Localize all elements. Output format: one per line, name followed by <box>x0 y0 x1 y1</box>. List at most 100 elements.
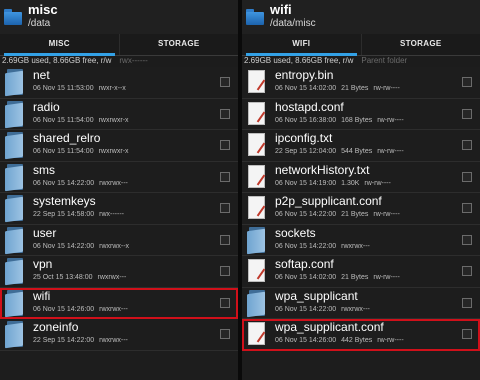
partial-row-text: Parent folder <box>361 56 408 65</box>
item-date: 06 Nov 15 14:26:00 <box>275 337 337 345</box>
item-name: radio <box>33 99 60 114</box>
item-date: 06 Nov 15 14:22:00 <box>275 305 337 313</box>
left-tabs: MISC STORAGE <box>0 34 238 56</box>
item-name: shared_relro <box>33 131 101 146</box>
item-perms: rw-rw---- <box>377 116 404 124</box>
item-meta: 06 Nov 15 14:02:00 21 Bytes rw-rw---- <box>275 82 405 95</box>
select-checkbox[interactable] <box>220 77 230 87</box>
list-item[interactable]: wifi 06 Nov 15 14:26:00 rwxrwx--- <box>0 287 238 319</box>
list-item[interactable]: entropy.bin 06 Nov 15 14:02:00 21 Bytes rw-… <box>242 67 480 99</box>
list-item[interactable]: wpa_supplicant.conf 06 Nov 15 14:26:00 442… <box>242 319 480 351</box>
select-checkbox[interactable] <box>462 297 472 308</box>
item-meta: 06 Nov 15 14:26:00 442 Bytes rw-rw---- <box>275 334 409 347</box>
item-date: 06 Nov 15 14:22:00 <box>33 179 95 187</box>
item-meta: 06 Nov 15 11:54:00 rwxrwxr-x <box>33 114 134 127</box>
item-name: ipconfig.txt <box>275 131 333 146</box>
list-item[interactable]: sms 06 Nov 15 14:22:00 rwxrwx--- <box>0 162 238 193</box>
list-item[interactable]: softap.conf 06 Nov 15 14:02:00 21 Bytes rw-… <box>242 256 480 288</box>
item-name: wpa_supplicant <box>275 288 358 303</box>
folder-icon <box>5 195 25 223</box>
select-checkbox[interactable] <box>462 171 472 182</box>
left-title: misc <box>28 2 58 17</box>
right-title: wifi <box>270 2 292 17</box>
item-meta: 06 Nov 15 14:22:00 rwxrwx--- <box>275 240 375 253</box>
list-item[interactable]: user 06 Nov 15 14:22:00 rwxrwx--x <box>0 225 238 256</box>
tab-wifi[interactable]: WIFI <box>242 34 361 56</box>
select-checkbox[interactable] <box>220 297 230 308</box>
left-path: /data <box>28 18 51 29</box>
right-header: wifi /data/misc <box>242 0 480 34</box>
tab-storage[interactable]: STORAGE <box>360 34 480 55</box>
item-name: entropy.bin <box>275 68 334 83</box>
item-perms: rw-rw---- <box>373 211 400 219</box>
list-item[interactable]: vpn 25 Oct 15 13:48:00 rwxrwx--- <box>0 256 238 288</box>
folder-icon <box>5 258 25 286</box>
select-checkbox[interactable] <box>220 108 230 119</box>
list-item[interactable]: shared_relro 06 Nov 15 11:54:00 rwxrwxr-x <box>0 130 238 162</box>
item-name: softap.conf <box>275 257 334 272</box>
select-checkbox[interactable] <box>462 234 472 245</box>
folder-icon <box>5 100 25 129</box>
storage-status-text: 2.69GB used, 8.66GB free, r/w <box>2 56 112 65</box>
item-name: net <box>33 68 50 83</box>
select-checkbox[interactable] <box>462 77 472 87</box>
select-checkbox[interactable] <box>462 266 472 276</box>
item-date: 06 Nov 15 11:54:00 <box>33 148 94 156</box>
item-meta: 06 Nov 15 14:26:00 rwxrwx--- <box>33 303 133 316</box>
item-date: 22 Sep 15 12:04:00 <box>275 148 337 156</box>
tab-storage[interactable]: STORAGE <box>118 34 239 55</box>
folder-icon <box>5 69 25 97</box>
list-item[interactable]: zoneinfo 22 Sep 15 14:22:00 rwxrwx--- <box>0 319 238 351</box>
select-checkbox[interactable] <box>462 108 472 119</box>
select-checkbox[interactable] <box>462 203 472 213</box>
partial-row-text: rwx------ <box>119 56 148 65</box>
select-checkbox[interactable] <box>220 171 230 182</box>
list-item[interactable]: networkHistory.txt 06 Nov 15 14:19:00 1.30… <box>242 162 480 193</box>
item-date: 06 Nov 15 14:26:00 <box>33 305 95 313</box>
select-checkbox[interactable] <box>220 266 230 276</box>
file-icon <box>247 321 267 347</box>
right-path: /data/misc <box>270 18 316 29</box>
item-perms: rwx------ <box>99 211 124 219</box>
select-checkbox[interactable] <box>220 234 230 245</box>
file-icon <box>247 195 267 221</box>
item-perms: rwxrwx--x <box>99 242 130 250</box>
list-item[interactable]: net 06 Nov 15 11:53:00 rwxr-x--x <box>0 67 238 99</box>
list-item[interactable]: hostapd.conf 06 Nov 15 16:38:00 168 Bytes r… <box>242 99 480 130</box>
item-date: 06 Nov 15 11:53:00 <box>33 85 94 93</box>
item-size: 21 Bytes <box>341 85 369 93</box>
file-icon <box>247 132 267 158</box>
item-meta: 06 Nov 15 11:54:00 rwxrwxr-x <box>33 145 134 158</box>
item-date: 06 Nov 15 14:22:00 <box>275 211 337 219</box>
file-icon <box>247 164 267 190</box>
right-tabs: WIFI STORAGE <box>242 34 480 56</box>
select-checkbox[interactable] <box>220 203 230 213</box>
folder-icon <box>247 226 267 255</box>
list-item[interactable]: ipconfig.txt 22 Sep 15 12:04:00 544 Bytes r… <box>242 130 480 162</box>
list-item[interactable]: wpa_supplicant 06 Nov 15 14:22:00 rwxrwx--… <box>242 288 480 319</box>
item-meta: 22 Sep 15 14:58:00 rwx------ <box>33 208 129 221</box>
select-checkbox[interactable] <box>462 140 472 150</box>
file-icon <box>247 101 267 127</box>
tab-misc[interactable]: MISC <box>0 34 119 56</box>
select-checkbox[interactable] <box>220 329 230 339</box>
select-checkbox[interactable] <box>462 329 472 339</box>
item-meta: 22 Sep 15 12:04:00 544 Bytes rw-rw---- <box>275 145 409 158</box>
list-item[interactable]: systemkeys 22 Sep 15 14:58:00 rwx------ <box>0 193 238 225</box>
select-checkbox[interactable] <box>220 140 230 150</box>
item-size: 1.30K <box>341 179 360 187</box>
storage-status-text: 2.69GB used, 8.66GB free, r/w <box>244 56 354 65</box>
item-perms: rw-rw---- <box>377 337 404 345</box>
list-item[interactable]: p2p_supplicant.conf 06 Nov 15 14:22:00 21 … <box>242 193 480 225</box>
item-size: 544 Bytes <box>341 148 373 156</box>
folder-icon <box>5 226 25 255</box>
item-size: 21 Bytes <box>341 211 369 219</box>
list-item[interactable]: radio 06 Nov 15 11:54:00 rwxrwxr-x <box>0 99 238 130</box>
item-size: 21 Bytes <box>341 274 369 282</box>
item-perms: rwxrwx--- <box>99 305 128 313</box>
file-icon <box>247 69 267 95</box>
list-item[interactable]: sockets 06 Nov 15 14:22:00 rwxrwx--- <box>242 225 480 256</box>
item-perms: rwxrwx--- <box>341 242 370 250</box>
item-name: zoneinfo <box>33 320 79 335</box>
item-name: wifi <box>33 288 51 303</box>
